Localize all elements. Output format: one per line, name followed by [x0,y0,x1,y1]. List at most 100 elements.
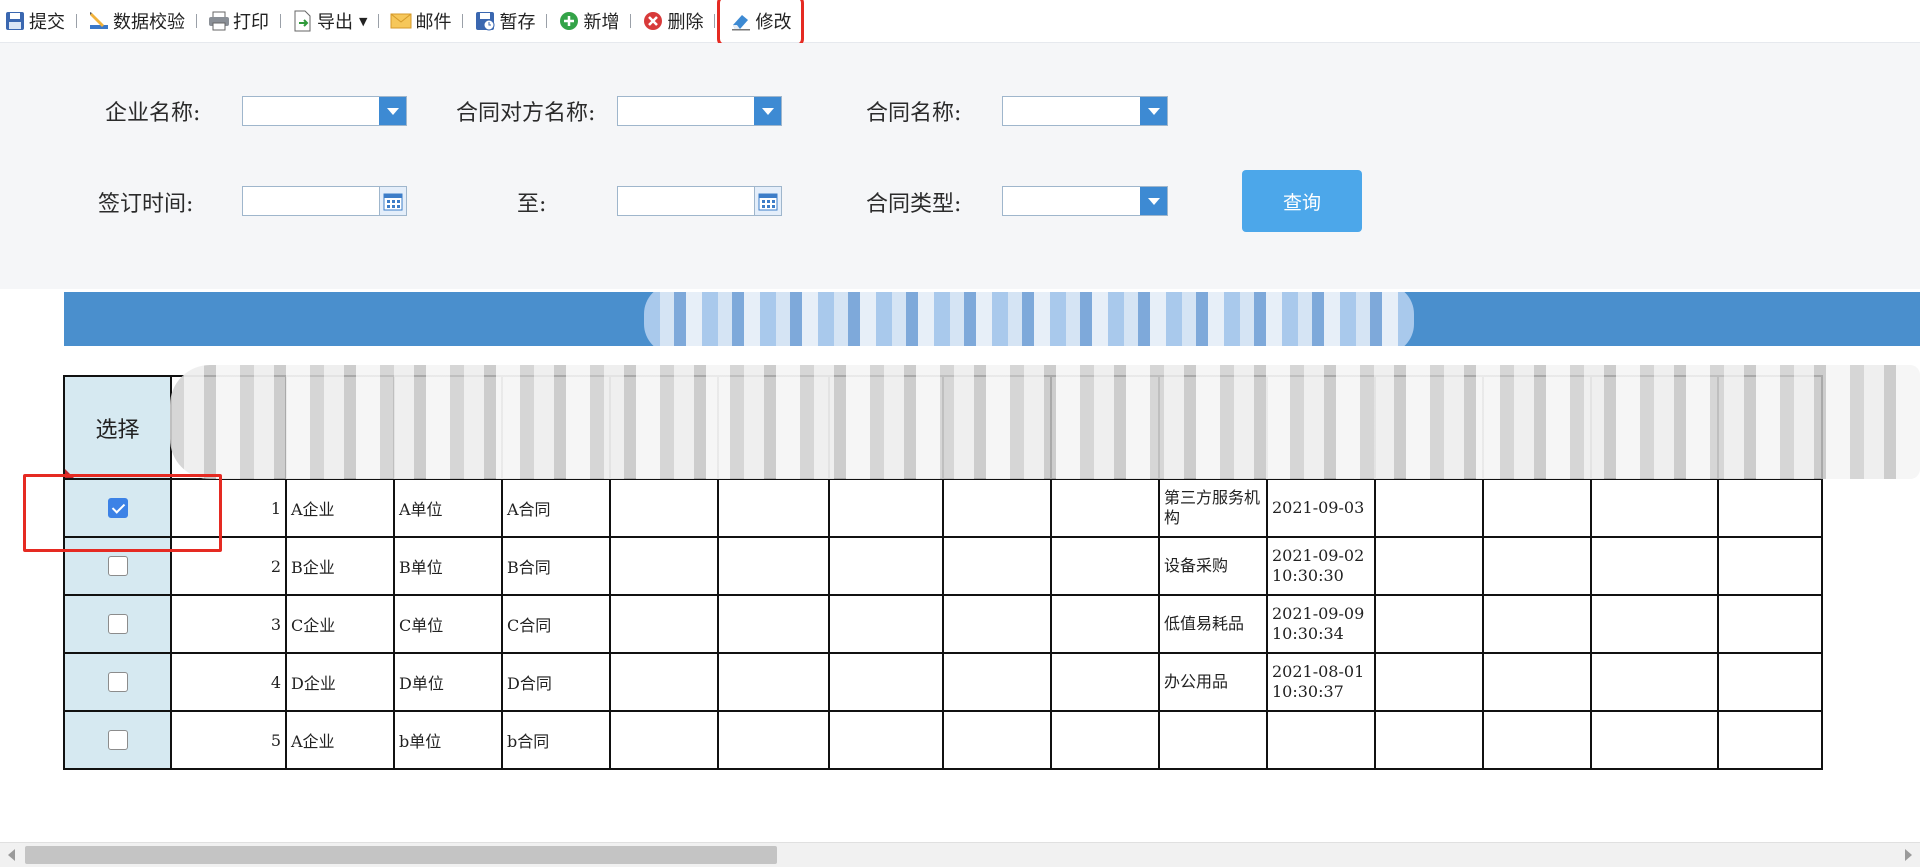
add-label: 新增 [583,12,620,33]
empty-cell [828,536,944,596]
scrollbar-thumb[interactable] [25,846,777,864]
empty-cell [1374,652,1484,712]
empty-cell [1717,652,1823,712]
chevron-down-icon[interactable] [379,97,406,125]
sign-end-date-field[interactable] [617,186,782,216]
pencil-ruler-icon [88,10,110,32]
time-value: 10:30:37 [1272,682,1344,701]
row-checkbox[interactable] [107,556,128,577]
row-number: 3 [170,594,287,654]
toolbar-divider [280,14,281,28]
unit-cell: C单位 [393,594,503,654]
date-value: 2021-09-02 [1272,546,1365,565]
empty-cell [717,594,830,654]
delete-label: 删除 [667,12,704,33]
export-label: 导出 [317,12,353,33]
contract-name-select[interactable] [1002,96,1168,126]
select-cell [63,594,172,654]
empty-cell [1717,594,1823,654]
contract-type-select[interactable] [1002,186,1168,216]
date-cell: 2021-09-02 10:30:30 [1266,536,1376,596]
chevron-down-icon[interactable] [1140,97,1167,125]
chevron-down-icon: ▼ [359,14,368,28]
mail-button[interactable]: 邮件 [386,0,455,42]
unit-cell: D单位 [393,652,503,712]
date-cell: 2021-09-09 10:30:34 [1266,594,1376,654]
company-select[interactable] [242,96,407,126]
row-checkbox[interactable] [107,614,128,635]
company-cell: C企业 [285,594,395,654]
chevron-down-icon[interactable] [1140,187,1167,215]
date-cell: 2021-09-03 [1266,478,1376,538]
unit-cell: A单位 [393,478,503,538]
empty-cell [1717,710,1823,770]
date-cell: 2021-08-01 10:30:37 [1266,652,1376,712]
category-cell: 低值易耗品 [1158,594,1268,654]
empty-cell [1590,478,1719,538]
scroll-left-arrow-icon[interactable] [8,849,15,861]
select-cell [63,478,172,538]
submit-label: 提交 [29,12,65,33]
empty-cell [1374,594,1484,654]
horizontal-scrollbar[interactable] [0,842,1920,867]
toolbar-divider [630,14,632,28]
row-checkbox[interactable] [107,498,128,519]
row-number: 5 [170,710,287,770]
empty-cell [1050,710,1160,770]
company-cell: A企业 [285,478,395,538]
modify-label: 修改 [755,12,792,33]
export-button[interactable]: 导出 ▼ [288,0,371,42]
row-checkbox[interactable] [107,730,128,751]
draft-button[interactable]: 暂存 [470,0,539,42]
report-title-bar [64,292,1920,346]
printer-icon [208,10,230,32]
category-cell [1158,710,1268,770]
counterparty-select[interactable] [617,96,782,126]
filter-panel: 企业名称: 合同对方名称: 合同名称: 签订时间: 至: 合同类型: 查询 [0,43,1920,289]
modify-button[interactable]: 修改 [717,0,805,47]
plus-circle-icon [558,10,580,32]
scroll-right-arrow-icon[interactable] [1905,849,1912,861]
delete-button[interactable]: 删除 [638,0,707,42]
empty-cell [609,710,719,770]
empty-cell [609,594,719,654]
empty-cell [609,478,719,538]
category-cell: 办公用品 [1158,652,1268,712]
empty-cell [1050,652,1160,712]
empty-cell [1590,594,1719,654]
submit-button[interactable]: 提交 [0,0,69,42]
company-cell: B企业 [285,536,395,596]
empty-cell [717,710,830,770]
empty-cell [1482,710,1592,770]
toolbar-divider [714,14,716,28]
sign-start-date-field[interactable] [242,186,407,216]
empty-cell [717,536,830,596]
select-cell [63,536,172,596]
time-value: 10:30:30 [1272,566,1344,585]
toolbar: 提交 数据校验 打印 导出 ▼ 邮件 暂存 新增 删除 修改 [0,0,1920,47]
toolbar-divider [196,14,197,28]
save-draft-icon [474,10,496,32]
empty-cell [942,710,1052,770]
empty-cell [717,478,830,538]
row-number: 2 [170,536,287,596]
validate-button[interactable]: 数据校验 [84,0,189,42]
contract-name-label: 合同名称: [866,101,962,126]
contract-cell: C合同 [501,594,611,654]
calendar-icon[interactable] [754,187,781,215]
row-checkbox[interactable] [107,672,128,693]
empty-cell [1374,536,1484,596]
select-column-header: 选择 [63,375,172,480]
empty-cell [1482,652,1592,712]
query-button[interactable]: 查询 [1242,170,1362,232]
calendar-icon[interactable] [379,187,406,215]
contract-cell: b合同 [501,710,611,770]
table-row: 2 B企业 B单位 B合同 设备采购 2021-09-02 10:30:30 [63,536,1823,596]
chevron-down-icon[interactable] [754,97,781,125]
counterparty-label: 合同对方名称: [456,101,596,126]
unit-cell: B单位 [393,536,503,596]
add-button[interactable]: 新增 [554,0,623,42]
empty-cell [1717,478,1823,538]
company-cell: A企业 [285,710,395,770]
print-button[interactable]: 打印 [204,0,273,42]
